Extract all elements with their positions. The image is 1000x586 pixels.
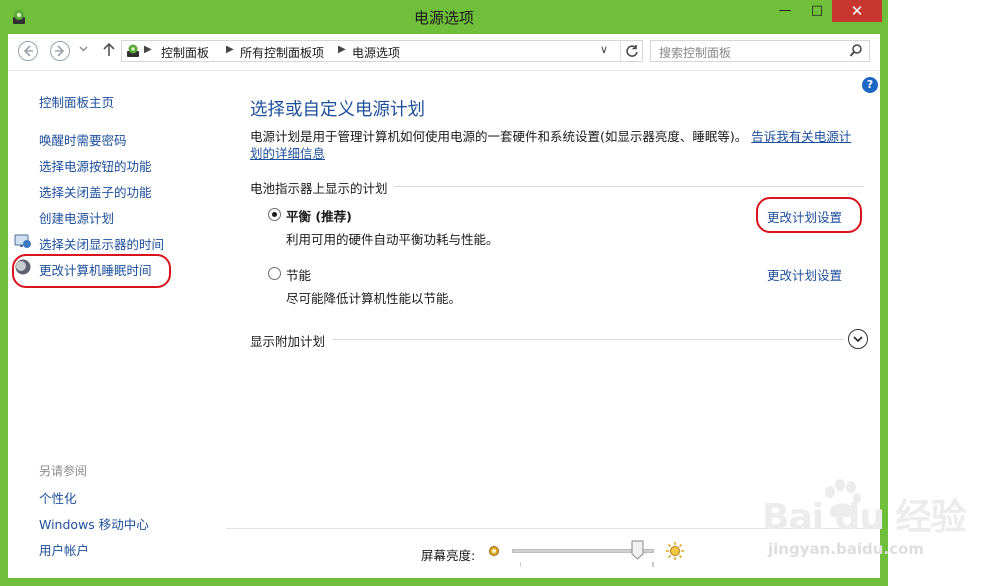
brightness-label: 屏幕亮度: xyxy=(421,548,476,563)
breadcrumb-control-panel[interactable]: 控制面板 xyxy=(161,44,209,61)
extra-plans-heading[interactable]: 显示附加计划 xyxy=(250,331,334,350)
maximize-button[interactable]: □ xyxy=(802,0,832,22)
plan-description-balanced: 利用可用的硬件自动平衡功耗与性能。 xyxy=(286,232,499,247)
breadcrumb-power-options[interactable]: 电源选项 xyxy=(352,44,400,61)
close-button[interactable]: ✕ xyxy=(832,0,882,22)
search-placeholder: 搜索控制面板 xyxy=(659,46,732,60)
watermark-url: jingyan.baidu.com xyxy=(768,540,924,558)
see-also-user-accounts[interactable]: 用户帐户 xyxy=(39,540,89,559)
plan-description-power-saver: 尽可能降低计算机性能以节能。 xyxy=(286,291,462,306)
see-also-personalization[interactable]: 个性化 xyxy=(39,488,77,507)
page-title: 选择或自定义电源计划 xyxy=(250,100,425,120)
chevron-right-icon[interactable]: ▶ xyxy=(144,44,152,55)
search-icon[interactable] xyxy=(849,43,863,59)
brightness-low-icon xyxy=(489,546,499,556)
recent-locations-button[interactable] xyxy=(79,44,88,56)
address-bar[interactable]: ▶ 控制面板 ▶ 所有控制面板项 ▶ 电源选项 ∨ xyxy=(121,40,643,62)
arrow-up-icon xyxy=(103,42,115,56)
brightness-slider-thumb[interactable] xyxy=(631,540,644,560)
monitor-icon xyxy=(14,234,31,248)
sidebar-item-create-plan[interactable]: 创建电源计划 xyxy=(39,208,114,227)
sidebar-item-display-off[interactable]: 选择关闭显示器的时间 xyxy=(39,234,164,253)
plan-name-power-saver[interactable]: 节能 xyxy=(286,265,311,284)
chevron-down-icon xyxy=(79,46,88,52)
brightness-high-icon xyxy=(666,542,684,560)
highlight-annotation xyxy=(12,254,171,288)
page-description: 电源计划是用于管理计算机如何使用电源的一套硬件和系统设置(如显示器亮度、睡眠等)… xyxy=(250,128,862,162)
chevron-down-icon[interactable]: ∨ xyxy=(600,43,608,56)
battery-section-heading: 电池指示器上显示的计划 xyxy=(250,178,394,197)
highlight-annotation xyxy=(756,197,862,233)
window-content: ▶ 控制面板 ▶ 所有控制面板项 ▶ 电源选项 ∨ 搜索控制面板 ? 控制面板主… xyxy=(8,34,880,578)
sidebar-item-power-button[interactable]: 选择电源按钮的功能 xyxy=(39,156,152,175)
refresh-button[interactable] xyxy=(620,41,643,61)
breadcrumb-all-items[interactable]: 所有控制面板项 xyxy=(240,44,324,61)
chevron-down-icon xyxy=(853,336,863,343)
refresh-icon xyxy=(626,45,638,57)
description-text: 电源计划是用于管理计算机如何使用电源的一套硬件和系统设置(如显示器亮度、睡眠等)… xyxy=(250,129,748,144)
plan-name-balanced[interactable]: 平衡 (推荐) xyxy=(286,206,352,225)
sidebar-item-wake-password[interactable]: 唤醒时需要密码 xyxy=(39,130,127,149)
forward-button[interactable] xyxy=(50,41,70,61)
see-also-mobility-center[interactable]: Windows 移动中心 xyxy=(39,514,149,533)
minimize-button[interactable]: — xyxy=(768,0,802,22)
section-divider xyxy=(250,339,844,340)
baidu-watermark: Bai du 经验 xyxy=(762,497,967,538)
change-plan-settings-power-saver[interactable]: 更改计划设置 xyxy=(767,265,842,284)
help-icon[interactable]: ? xyxy=(862,77,878,93)
control-panel-window: 电源选项 — □ ✕ ▶ 控制面板 ▶ 所有控制面板项 ▶ 电源选项 ∨ 搜索控… xyxy=(0,0,888,586)
plan-radio-balanced[interactable] xyxy=(268,208,281,221)
chevron-right-icon[interactable]: ▶ xyxy=(338,44,346,55)
plan-radio-power-saver[interactable] xyxy=(268,267,281,280)
sidebar-item-close-lid[interactable]: 选择关闭盖子的功能 xyxy=(39,182,152,201)
back-button[interactable] xyxy=(18,41,38,61)
brightness-slider-ticks xyxy=(520,562,654,567)
power-options-icon xyxy=(127,44,139,57)
search-input[interactable]: 搜索控制面板 xyxy=(650,40,870,62)
up-button[interactable] xyxy=(102,41,116,63)
arrow-left-icon xyxy=(23,45,33,57)
expand-extra-plans-button[interactable] xyxy=(848,329,868,349)
see-also-heading: 另请参阅 xyxy=(39,464,88,478)
chevron-right-icon[interactable]: ▶ xyxy=(226,44,234,55)
window-title: 电源选项 xyxy=(413,9,474,27)
arrow-right-icon xyxy=(55,45,65,57)
navigation-bar: ▶ 控制面板 ▶ 所有控制面板项 ▶ 电源选项 ∨ 搜索控制面板 xyxy=(8,34,880,71)
title-bar[interactable]: 电源选项 — □ ✕ xyxy=(0,0,888,34)
sidebar-home-link[interactable]: 控制面板主页 xyxy=(39,92,114,111)
